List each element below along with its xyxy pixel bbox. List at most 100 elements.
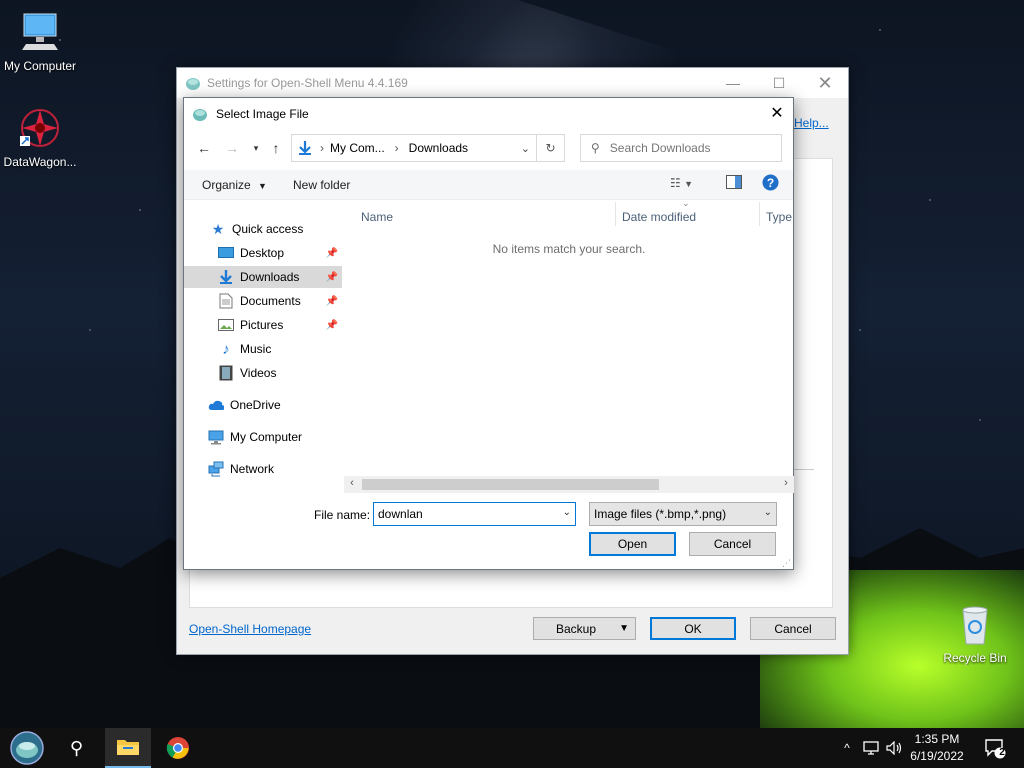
search-icon: ⚲ [591, 141, 600, 155]
homepage-link[interactable]: Open-Shell Homepage [189, 622, 311, 636]
show-hidden-icons-chevron[interactable]: ^ [836, 728, 858, 768]
address-dropdown-icon[interactable]: ⌄ [521, 142, 530, 155]
scroll-right-icon[interactable]: › [778, 477, 794, 489]
nav-item-label: OneDrive [230, 398, 281, 412]
nav-item-onedrive[interactable]: OneDrive [184, 394, 342, 416]
view-options-icon[interactable]: ☷ ▼ [670, 176, 693, 190]
dialog-cancel-button[interactable]: Cancel [689, 532, 776, 556]
volume-icon[interactable] [884, 728, 906, 768]
network-icon [208, 461, 224, 477]
clock-time: 1:35 PM [914, 732, 960, 746]
resize-grip-icon[interactable]: ⋰ [782, 558, 791, 569]
nav-item-label: My Computer [230, 430, 303, 444]
file-type-value: Image files (*.bmp,*.png) [594, 507, 727, 521]
desktop-icon-my-computer[interactable]: My Computer [0, 10, 80, 73]
new-folder-button[interactable]: New folder [293, 178, 350, 192]
dropdown-arrow-icon: ▼ [258, 181, 267, 191]
desktop-icon-label: DataWagon... [3, 155, 77, 169]
cancel-label: Cancel [774, 621, 812, 636]
network-tray-icon[interactable] [860, 728, 882, 768]
file-name-combobox[interactable]: downlan ⌄ [373, 502, 576, 526]
column-separator[interactable] [759, 202, 760, 226]
notification-count-badge: 2 [999, 747, 1005, 758]
clock-date: 6/19/2022 [910, 749, 964, 763]
horizontal-scrollbar[interactable]: ‹ › [344, 476, 794, 493]
close-button[interactable]: ✕ [802, 68, 848, 98]
file-explorer-taskbar-button[interactable] [105, 728, 151, 768]
minimize-button[interactable]: — [710, 68, 756, 98]
maximize-button[interactable]: ☐ [756, 68, 802, 98]
address-bar[interactable]: › My Com... › Downloads ⌄ [291, 134, 537, 162]
pin-icon: 📌 [325, 319, 338, 331]
backup-label: Backup [556, 621, 597, 636]
file-name-value: downlan [378, 507, 423, 521]
open-shell-icon [193, 109, 207, 121]
document-icon [218, 293, 234, 309]
column-separator[interactable] [615, 202, 616, 226]
nav-item-my-computer[interactable]: My Computer [184, 426, 342, 448]
nav-item-videos[interactable]: Videos [184, 362, 342, 384]
taskbar: ⚲ ^ 1:35 PM 6/19/2022 2 [0, 728, 1024, 768]
scroll-left-icon[interactable]: ‹ [344, 477, 360, 489]
backup-button[interactable]: Backup ▼ [533, 617, 636, 640]
nav-item-desktop[interactable]: Desktop 📌 [184, 242, 342, 264]
help-icon[interactable]: ? [762, 174, 779, 194]
refresh-icon[interactable]: ↻ [537, 134, 565, 162]
ok-button[interactable]: OK [650, 617, 736, 640]
back-arrow-icon[interactable]: ← [194, 138, 214, 158]
nav-item-label: Quick access [232, 222, 304, 236]
breadcrumb-separator-icon: › [320, 141, 324, 155]
notification-center-button[interactable]: 2 [980, 728, 1010, 768]
nav-item-music[interactable]: ♪ Music [184, 338, 342, 360]
breadcrumb-downloads[interactable]: Downloads [409, 141, 468, 155]
file-type-select[interactable]: Image files (*.bmp,*.png) ⌄ [589, 502, 777, 526]
dialog-close-button[interactable]: ✕ [761, 98, 793, 128]
chevron-down-icon[interactable]: ⌄ [563, 507, 571, 518]
pin-icon: 📌 [325, 271, 338, 283]
folder-icon [117, 740, 139, 755]
settings-title: Settings for Open-Shell Menu 4.4.169 [207, 76, 408, 90]
organize-menu[interactable]: Organize ▼ [202, 178, 267, 192]
help-link[interactable]: Help... [794, 116, 829, 130]
clock[interactable]: 1:35 PM 6/19/2022 [906, 731, 968, 765]
column-header-type[interactable]: Type [766, 210, 792, 224]
desktop-icon-recycle-bin[interactable]: Recycle Bin [935, 602, 1015, 665]
search-button[interactable]: ⚲ [54, 728, 100, 768]
column-header-date-modified[interactable]: Date modified [622, 210, 696, 224]
breadcrumb-my-computer[interactable]: My Com... [330, 141, 385, 155]
nav-item-network[interactable]: Network [184, 458, 342, 480]
desktop-icon-datawagon[interactable]: DataWagon... [0, 106, 80, 169]
navigation-bar: ← → ▾ ↑ › My Com... › Downloads ⌄ ↻ ⚲ [184, 132, 793, 164]
open-shell-start-icon [10, 731, 44, 765]
column-header-name[interactable]: Name [361, 210, 393, 224]
nav-item-quick-access[interactable]: ★ Quick access [184, 218, 342, 240]
open-label: Open [617, 537, 648, 551]
desktop-folder-icon [218, 245, 234, 261]
file-name-label: File name: [314, 508, 371, 522]
monitor-icon [22, 13, 58, 50]
start-button[interactable] [4, 728, 50, 768]
nav-item-downloads[interactable]: Downloads 📌 [184, 266, 342, 288]
dialog-titlebar[interactable]: Select Image File [184, 98, 793, 130]
pin-icon: 📌 [325, 295, 338, 307]
recent-locations-chevron-icon[interactable]: ▾ [246, 138, 266, 158]
preview-pane-icon[interactable] [726, 175, 742, 192]
cancel-label: Cancel [713, 537, 752, 551]
search-input[interactable] [607, 140, 768, 156]
ok-label: OK [684, 621, 702, 636]
pin-icon: 📌 [325, 247, 338, 259]
star-icon: ★ [211, 220, 225, 237]
chrome-taskbar-button[interactable] [155, 728, 201, 768]
nav-item-pictures[interactable]: Pictures 📌 [184, 314, 342, 336]
navigation-pane: ★ Quick access Desktop 📌 Downloads 📌 Doc… [184, 202, 342, 492]
open-shell-icon [186, 78, 200, 90]
up-arrow-icon[interactable]: ↑ [266, 138, 286, 158]
forward-arrow-icon[interactable]: → [222, 138, 242, 158]
search-box[interactable]: ⚲ [580, 134, 782, 162]
settings-cancel-button[interactable]: Cancel [750, 617, 836, 640]
scrollbar-thumb[interactable] [362, 479, 659, 490]
nav-item-label: Pictures [240, 318, 284, 332]
nav-item-documents[interactable]: Documents 📌 [184, 290, 342, 312]
open-button[interactable]: Open [589, 532, 676, 556]
nav-item-label: Videos [240, 366, 277, 380]
